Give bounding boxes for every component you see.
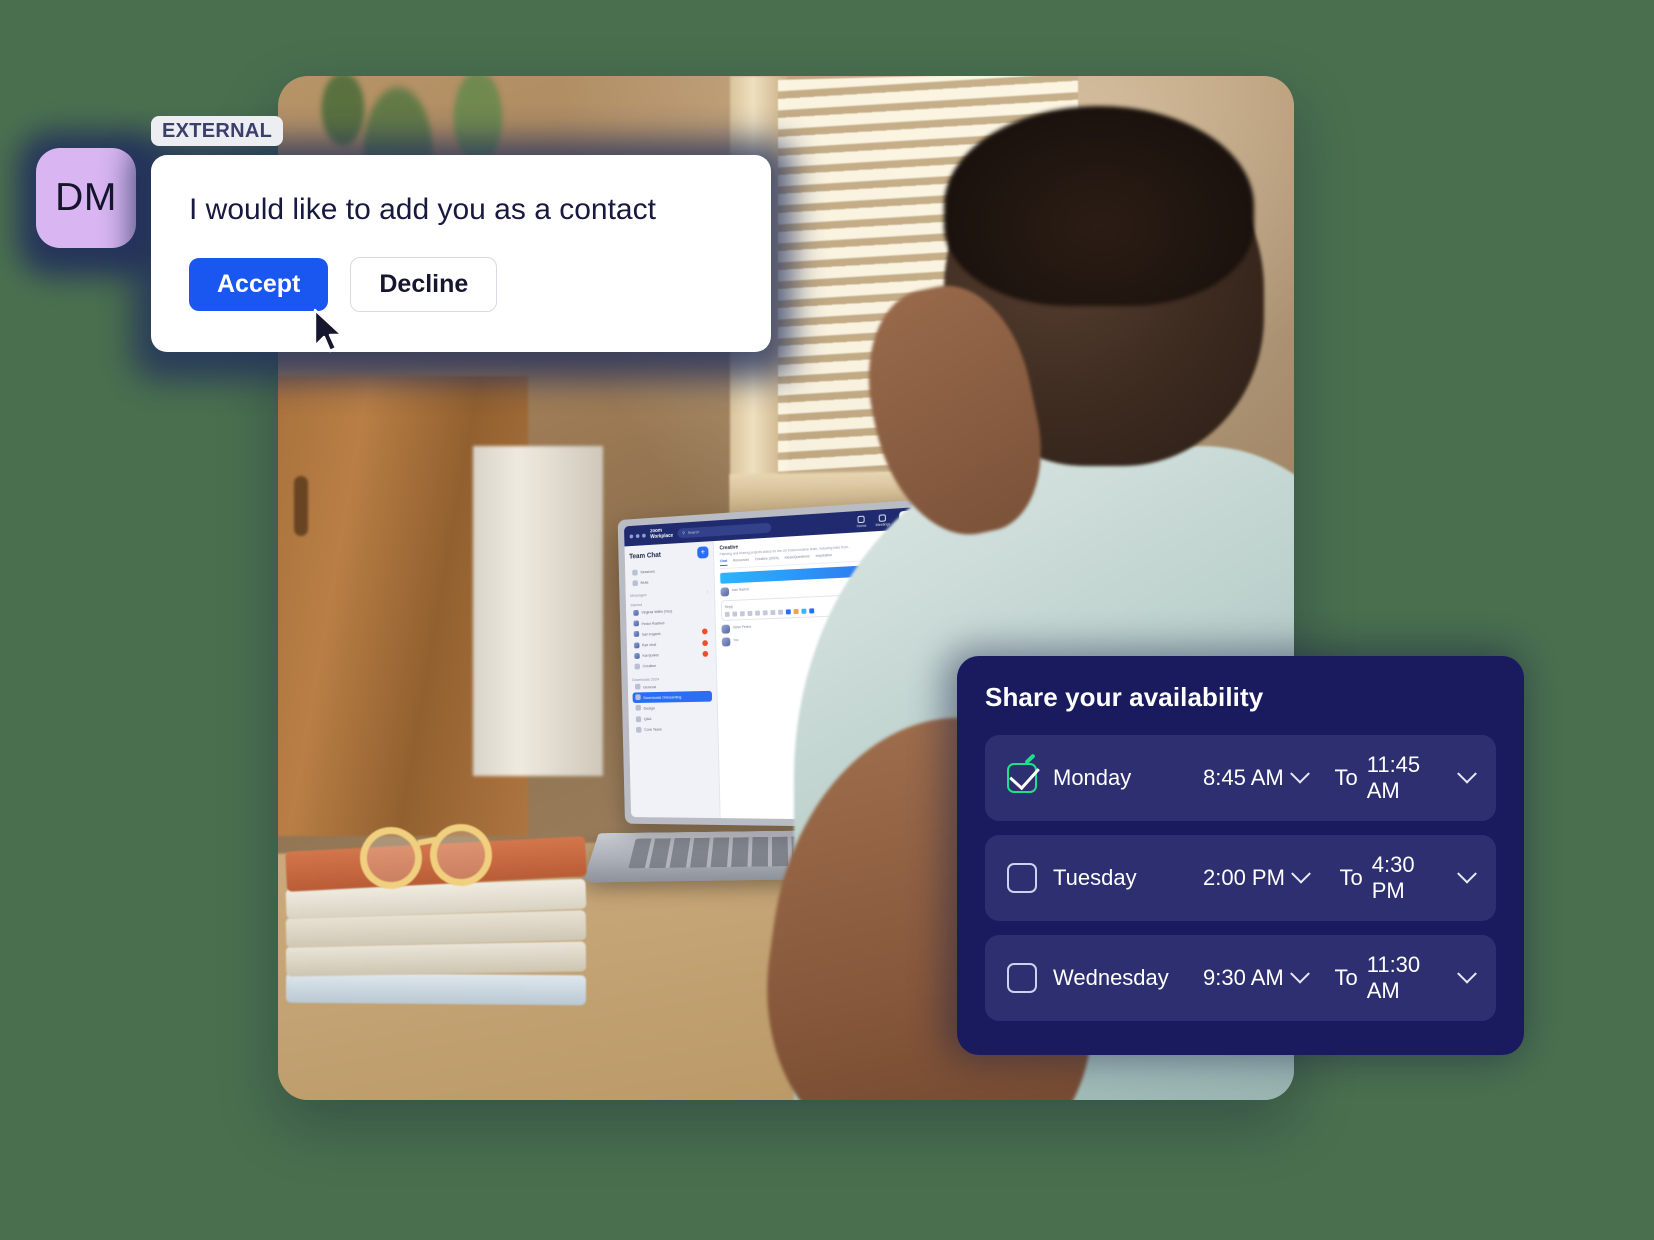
avatar <box>720 587 730 597</box>
app-brand-line2: Workplace <box>650 532 674 540</box>
attach-icon[interactable] <box>747 610 753 617</box>
avatar <box>721 624 731 634</box>
mention-icon[interactable] <box>739 611 745 617</box>
filter-icon[interactable]: ⋮ <box>706 590 710 595</box>
app-sidebar: Team Chat + Sessions Mute Messages ⋮ Star… <box>624 541 721 819</box>
unread-badge <box>702 639 708 646</box>
contact-request-actions: Accept Decline <box>189 256 733 312</box>
status-badge-external: EXTERNAL <box>151 116 284 146</box>
channel-icon <box>634 663 641 670</box>
chevron-down-icon <box>1457 863 1477 884</box>
start-time-value: 8:45 AM <box>1203 765 1284 790</box>
decline-button[interactable]: Decline <box>350 256 498 312</box>
eyeglasses <box>355 819 528 894</box>
screenshot-stage: zoom Workplace ⚲ Search Home Meetings Te… <box>0 0 1654 1240</box>
checkbox-tuesday[interactable] <box>1007 863 1037 893</box>
end-time-value: 11:30 AM <box>1366 952 1421 1003</box>
text-format-icon[interactable] <box>724 611 730 617</box>
sidebar-section-messages: Messages ⋮ <box>630 589 710 599</box>
end-time-select-monday[interactable]: 11:45 AM <box>1366 752 1477 804</box>
sidebar-title: Team Chat <box>629 551 662 561</box>
video-icon[interactable] <box>770 609 776 616</box>
app-search-placeholder: Search <box>687 529 700 535</box>
app-search-box[interactable]: ⚲ Search <box>677 522 772 538</box>
start-time-select-wednesday[interactable]: 9:30 AM <box>1203 963 1332 991</box>
message-author: Ivan Rashid <box>731 587 749 593</box>
person-hair <box>944 106 1254 306</box>
avatar <box>633 642 640 648</box>
end-time-select-tuesday[interactable]: 4:30 PM <box>1371 852 1477 904</box>
channel-icon <box>635 716 642 722</box>
chevron-down-icon <box>1289 763 1310 784</box>
search-icon: ⚲ <box>682 530 685 536</box>
to-label: To <box>1334 765 1358 790</box>
tab-creative-2024[interactable]: Creative (2024) <box>755 556 779 564</box>
tab-ideas-questions[interactable]: Ideas/Questions <box>784 554 809 562</box>
to-label: To <box>1339 865 1363 890</box>
message-author: You <box>733 638 739 643</box>
table-row[interactable]: Monday 8:45 AM To 11:45 AM <box>985 735 1496 821</box>
start-time-select-tuesday[interactable]: 2:00 PM <box>1203 863 1337 891</box>
avatar <box>633 609 639 616</box>
channel-icon <box>634 683 641 690</box>
availability-panel: Share your availability Monday 8:45 AM T… <box>957 656 1524 1055</box>
channel-icon <box>635 705 642 712</box>
audio-icon[interactable] <box>762 610 768 616</box>
tab-chat[interactable]: Chat <box>719 558 728 567</box>
end-time-value: 11:45 AM <box>1366 752 1421 803</box>
unread-badge <box>701 628 708 635</box>
day-label: Monday <box>1053 765 1132 790</box>
dm-badge: DM <box>36 148 136 248</box>
avatar <box>634 652 640 659</box>
tab-resources[interactable]: Resources <box>733 558 749 566</box>
sessions-icon <box>632 569 638 576</box>
channel-icon <box>636 726 642 733</box>
unread-badge <box>702 650 709 657</box>
message-author: Steve Peters <box>732 624 752 630</box>
composer-placeholder: Reply <box>724 604 733 610</box>
list-item[interactable]: Creative <box>632 659 712 672</box>
chevron-down-icon <box>1457 963 1477 984</box>
start-time-value: 2:00 PM <box>1203 865 1285 890</box>
window-controls <box>629 533 646 539</box>
table-row[interactable]: Wednesday 9:30 AM To 11:30 AM <box>985 935 1496 1021</box>
code-icon[interactable] <box>778 609 784 615</box>
emoji-icon[interactable] <box>732 611 738 617</box>
day-label: Tuesday <box>1053 865 1137 890</box>
giphy-icon[interactable] <box>793 608 799 615</box>
cloud-icon[interactable] <box>801 608 807 614</box>
apps-icon[interactable] <box>785 609 791 615</box>
radiator <box>473 446 603 776</box>
to-label: To <box>1334 965 1358 990</box>
start-time-value: 9:30 AM <box>1203 965 1284 990</box>
checkbox-wednesday[interactable] <box>1007 963 1037 993</box>
mute-icon <box>632 579 638 586</box>
screenshot-icon[interactable] <box>755 610 761 616</box>
avatar <box>633 620 639 627</box>
avatar <box>633 631 640 638</box>
contact-request-card: I would like to add you as a contact Acc… <box>151 155 771 352</box>
page-title: Share your availability <box>985 682 1264 712</box>
app-brand: zoom Workplace <box>650 528 673 540</box>
new-chat-button[interactable]: + <box>697 546 709 559</box>
list-item[interactable]: Core Team <box>633 723 713 735</box>
sidebar-header: Team Chat + <box>629 546 709 562</box>
end-time-value: 4:30 PM <box>1371 852 1415 903</box>
checkbox-monday[interactable] <box>1007 763 1037 793</box>
avatar <box>721 637 731 647</box>
chevron-down-icon <box>1457 763 1477 784</box>
day-label: Wednesday <box>1053 965 1169 990</box>
chevron-down-icon <box>1289 963 1310 984</box>
chevron-down-icon <box>1291 863 1311 884</box>
accept-button[interactable]: Accept <box>189 257 329 311</box>
channel-icon <box>635 694 641 701</box>
contact-request-message: I would like to add you as a contact <box>189 193 656 226</box>
start-time-select-monday[interactable]: 8:45 AM <box>1203 763 1332 791</box>
table-row[interactable]: Tuesday 2:00 PM To 4:30 PM <box>985 835 1496 921</box>
end-time-select-wednesday[interactable]: 11:30 AM <box>1366 952 1477 1004</box>
